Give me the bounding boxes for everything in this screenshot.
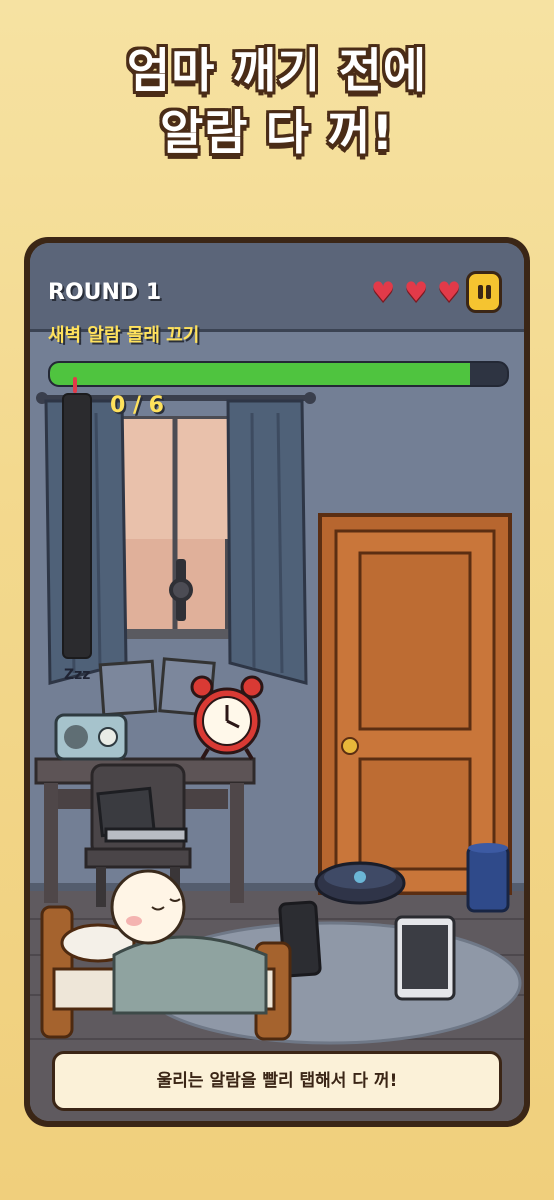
tablet-alarm[interactable] — [394, 915, 456, 1001]
smart-speaker-alarm[interactable] — [466, 843, 510, 913]
bedroom-door — [318, 513, 512, 895]
alarm-counter: 0 / 6 — [110, 393, 164, 418]
zzz-text: Zzz — [64, 667, 91, 683]
pause-button[interactable] — [466, 271, 502, 313]
mission-title: 새벽 알람 몰래 끄기 — [48, 325, 200, 346]
instruction-banner: 울리는 알람을 빨리 탭해서 다 꺼! — [52, 1051, 502, 1111]
robot-vacuum-alarm[interactable] — [314, 861, 406, 905]
headline-line-1: 엄마 깨기 전에 — [126, 44, 428, 99]
phone-frame: ROUND 1 ♥ ♥ ♥ 새벽 알람 몰래 끄기 0 / 6 Zzz 울리는 … — [24, 237, 530, 1127]
radio-alarm[interactable] — [54, 713, 128, 761]
noise-gauge-marker — [73, 377, 77, 393]
heart-icon: ♥ — [371, 277, 396, 308]
heart-icon: ♥ — [437, 277, 462, 308]
headline-line-2: 알람 다 꺼! — [159, 106, 395, 161]
heart-icon: ♥ — [404, 277, 429, 308]
timer-bar-fill — [50, 363, 471, 385]
round-label: ROUND 1 — [48, 280, 162, 305]
timer-bar — [48, 361, 509, 387]
noise-gauge — [62, 393, 92, 659]
sleeping-mom — [110, 869, 186, 945]
window — [118, 416, 232, 639]
game-screen: ROUND 1 ♥ ♥ ♥ 새벽 알람 몰래 끄기 0 / 6 Zzz 울리는 … — [30, 243, 524, 1121]
